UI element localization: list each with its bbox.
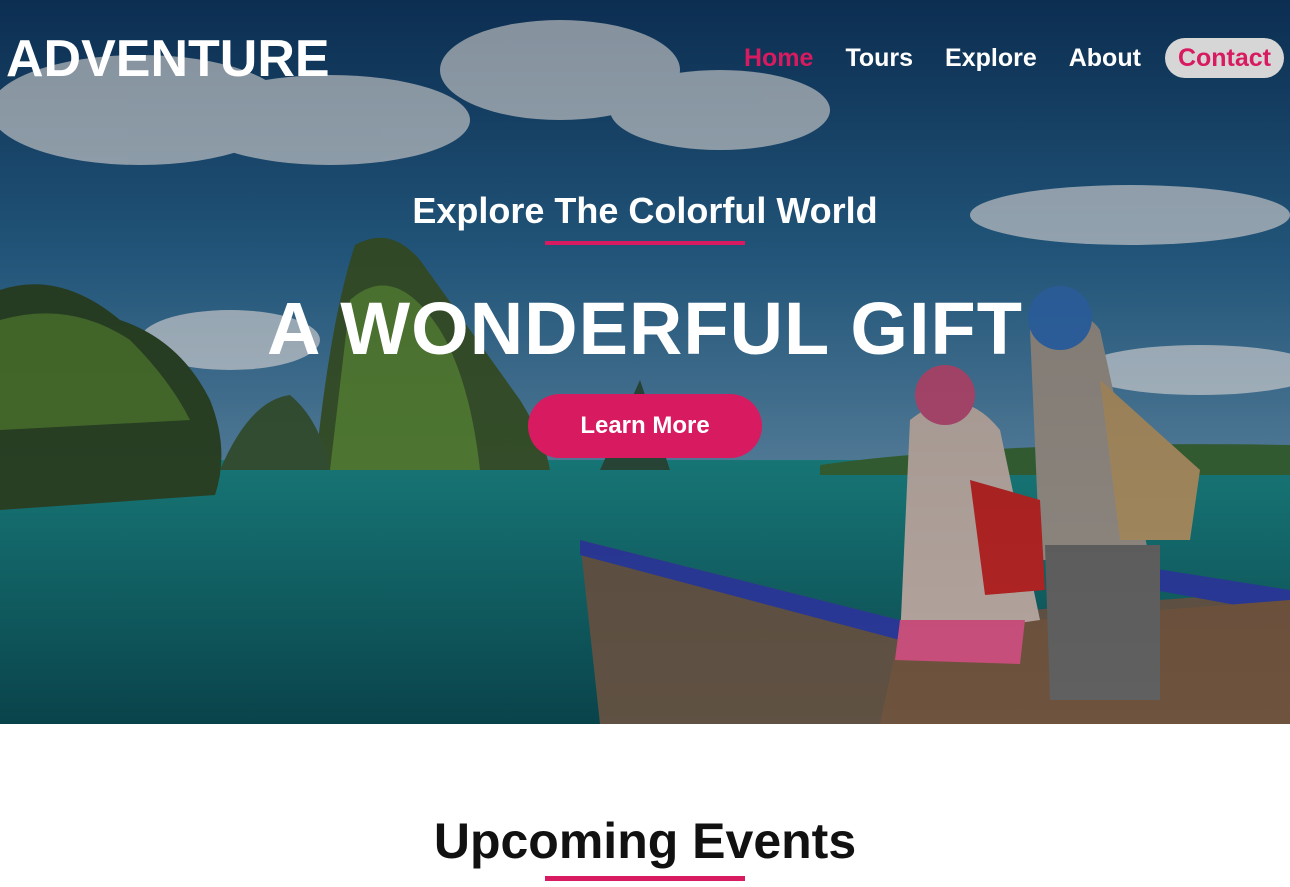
hero-title: A WONDERFUL GIFT <box>267 287 1023 370</box>
hero-section: ADVENTURE Home Tours Explore About Conta… <box>0 0 1290 724</box>
section-title-underline <box>545 876 745 881</box>
nav-contact-link[interactable]: Contact <box>1164 38 1284 78</box>
hero-subtitle: Explore The Colorful World <box>412 190 878 231</box>
brand-logo[interactable]: ADVENTURE <box>6 30 330 88</box>
section-title: Upcoming Events <box>433 813 857 869</box>
nav-tours-link[interactable]: Tours <box>845 38 913 78</box>
nav-explore-link[interactable]: Explore <box>945 38 1037 78</box>
main-nav: Home Tours Explore About Contact <box>712 38 1284 78</box>
nav-about-link[interactable]: About <box>1069 38 1141 78</box>
hero-subtitle-underline <box>545 241 745 245</box>
nav-home-link[interactable]: Home <box>744 38 813 78</box>
learn-more-button[interactable]: Learn More <box>528 394 762 458</box>
